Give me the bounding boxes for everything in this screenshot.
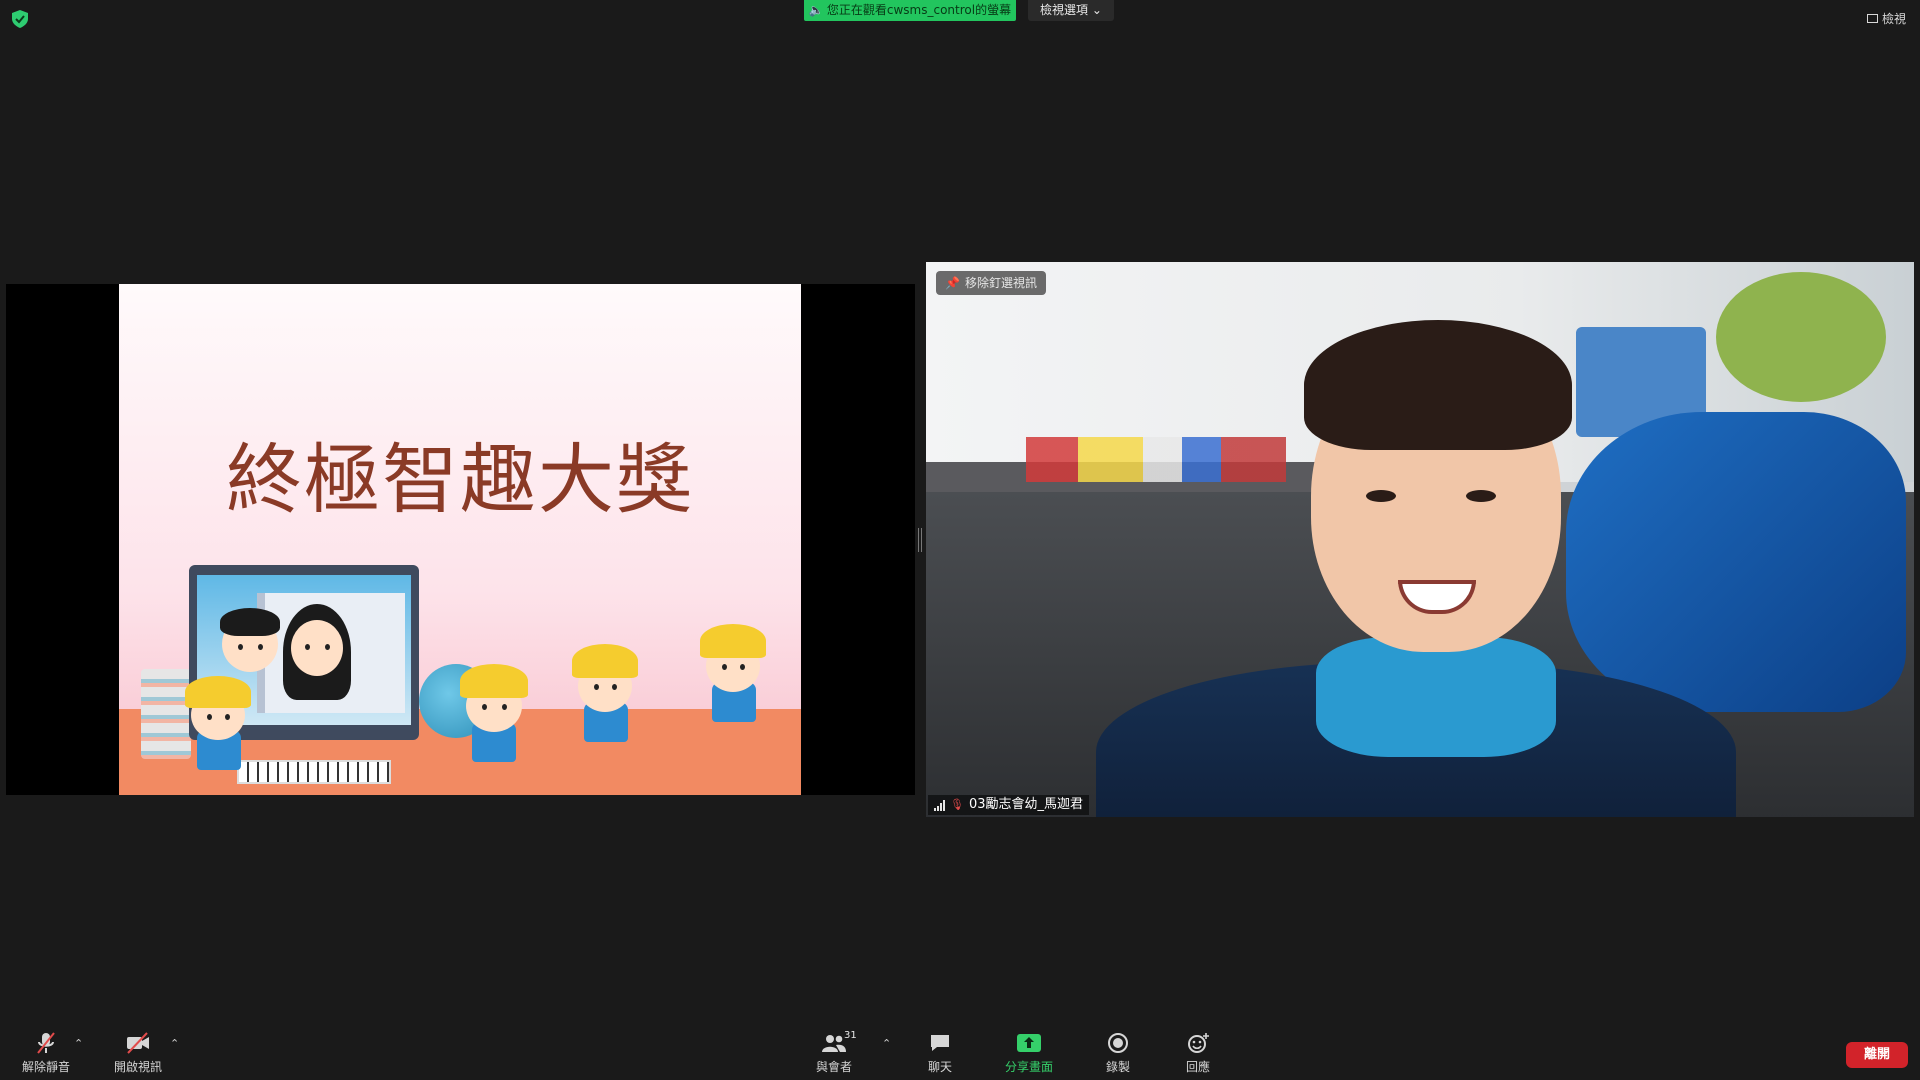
leave-meeting-button[interactable]: 離開 [1846, 1042, 1908, 1068]
shared-screen-view[interactable]: 終極智趣大獎 [6, 284, 915, 795]
video-plush-toy [1716, 272, 1886, 402]
pin-icon: 📌 [945, 276, 960, 290]
view-options-button[interactable]: 檢視選項 ⌄ [1028, 0, 1114, 21]
video-person-hair [1304, 320, 1572, 450]
video-person-scarf [1316, 637, 1556, 757]
participant-video-tile[interactable]: 📌 移除釘選視訊 🎙 03勵志會幼_馬迦君 [926, 262, 1914, 817]
screen-share-banner: 🔈 您正在觀看cwsms_control的螢幕 [804, 0, 1016, 21]
speaker-icon: 🔈 [808, 3, 824, 17]
reactions-button[interactable]: 回應 [1158, 1030, 1238, 1075]
share-screen-icon [1017, 1034, 1041, 1052]
muted-mic-icon: 🎙 [950, 798, 964, 811]
child-character-1 [179, 674, 259, 784]
video-off-icon [127, 1032, 149, 1054]
view-layout-button[interactable]: 檢視 [1866, 10, 1906, 27]
participants-button[interactable]: 31 與會者 [794, 1030, 874, 1075]
teacher-character-female [279, 600, 359, 710]
video-jacket [1566, 412, 1906, 712]
shield-check-icon[interactable] [12, 10, 28, 28]
child-character-3 [566, 642, 646, 752]
chat-button[interactable]: 聊天 [900, 1030, 980, 1075]
participants-label: 與會者 [815, 1060, 852, 1074]
muted-mic-icon [37, 1032, 55, 1054]
view-button-label: 檢視 [1881, 12, 1906, 26]
record-label: 錄製 [1105, 1060, 1130, 1074]
reaction-smiley-icon [1188, 1033, 1209, 1053]
share-screen-label: 分享畫面 [1004, 1060, 1053, 1074]
video-options-caret-icon[interactable]: ⌃ [170, 1037, 179, 1050]
participant-count: 31 [844, 1030, 857, 1041]
share-banner-text: 您正在觀看cwsms_control的螢幕 [826, 3, 1012, 17]
participant-name-label: 🎙 03勵志會幼_馬迦君 [928, 795, 1090, 815]
child-character-4 [694, 622, 774, 732]
child-character-2 [454, 662, 534, 772]
slide-title: 終極智趣大獎 [226, 435, 694, 524]
start-video-button[interactable]: 開啟視訊 [98, 1030, 178, 1075]
start-video-label: 開啟視訊 [113, 1060, 162, 1074]
video-toys [1026, 437, 1286, 482]
unpin-video-button[interactable]: 📌 移除釘選視訊 [936, 271, 1046, 295]
presentation-slide: 終極智趣大獎 [119, 284, 801, 795]
share-screen-button[interactable]: 分享畫面 [989, 1030, 1069, 1075]
chat-icon [931, 1035, 949, 1051]
grid-view-icon [1866, 14, 1878, 23]
reactions-label: 回應 [1185, 1060, 1210, 1074]
split-view-divider[interactable] [918, 528, 922, 552]
chat-label: 聊天 [927, 1060, 952, 1074]
participant-name: 03勵志會幼_馬迦君 [968, 797, 1084, 812]
chevron-down-icon: ⌄ [1091, 3, 1102, 17]
record-button[interactable]: 錄製 [1078, 1030, 1158, 1075]
video-person-eye-left [1366, 490, 1396, 502]
record-icon [1108, 1033, 1128, 1053]
audio-options-caret-icon[interactable]: ⌃ [74, 1037, 83, 1050]
unmute-label: 解除靜音 [21, 1060, 70, 1074]
signal-strength-icon [934, 799, 945, 811]
view-options-label: 檢視選項 [1040, 3, 1089, 17]
meeting-toolbar: 解除靜音 ⌃ 開啟視訊 ⌃ 31 與會者 ⌃ 聊天 分享畫面 錄製 回應 離開 [0, 1022, 1920, 1080]
keyboard-illustration [237, 760, 391, 784]
unpin-video-label: 移除釘選視訊 [964, 276, 1037, 290]
participants-caret-icon[interactable]: ⌃ [882, 1037, 891, 1050]
video-person-eye-right [1466, 490, 1496, 502]
